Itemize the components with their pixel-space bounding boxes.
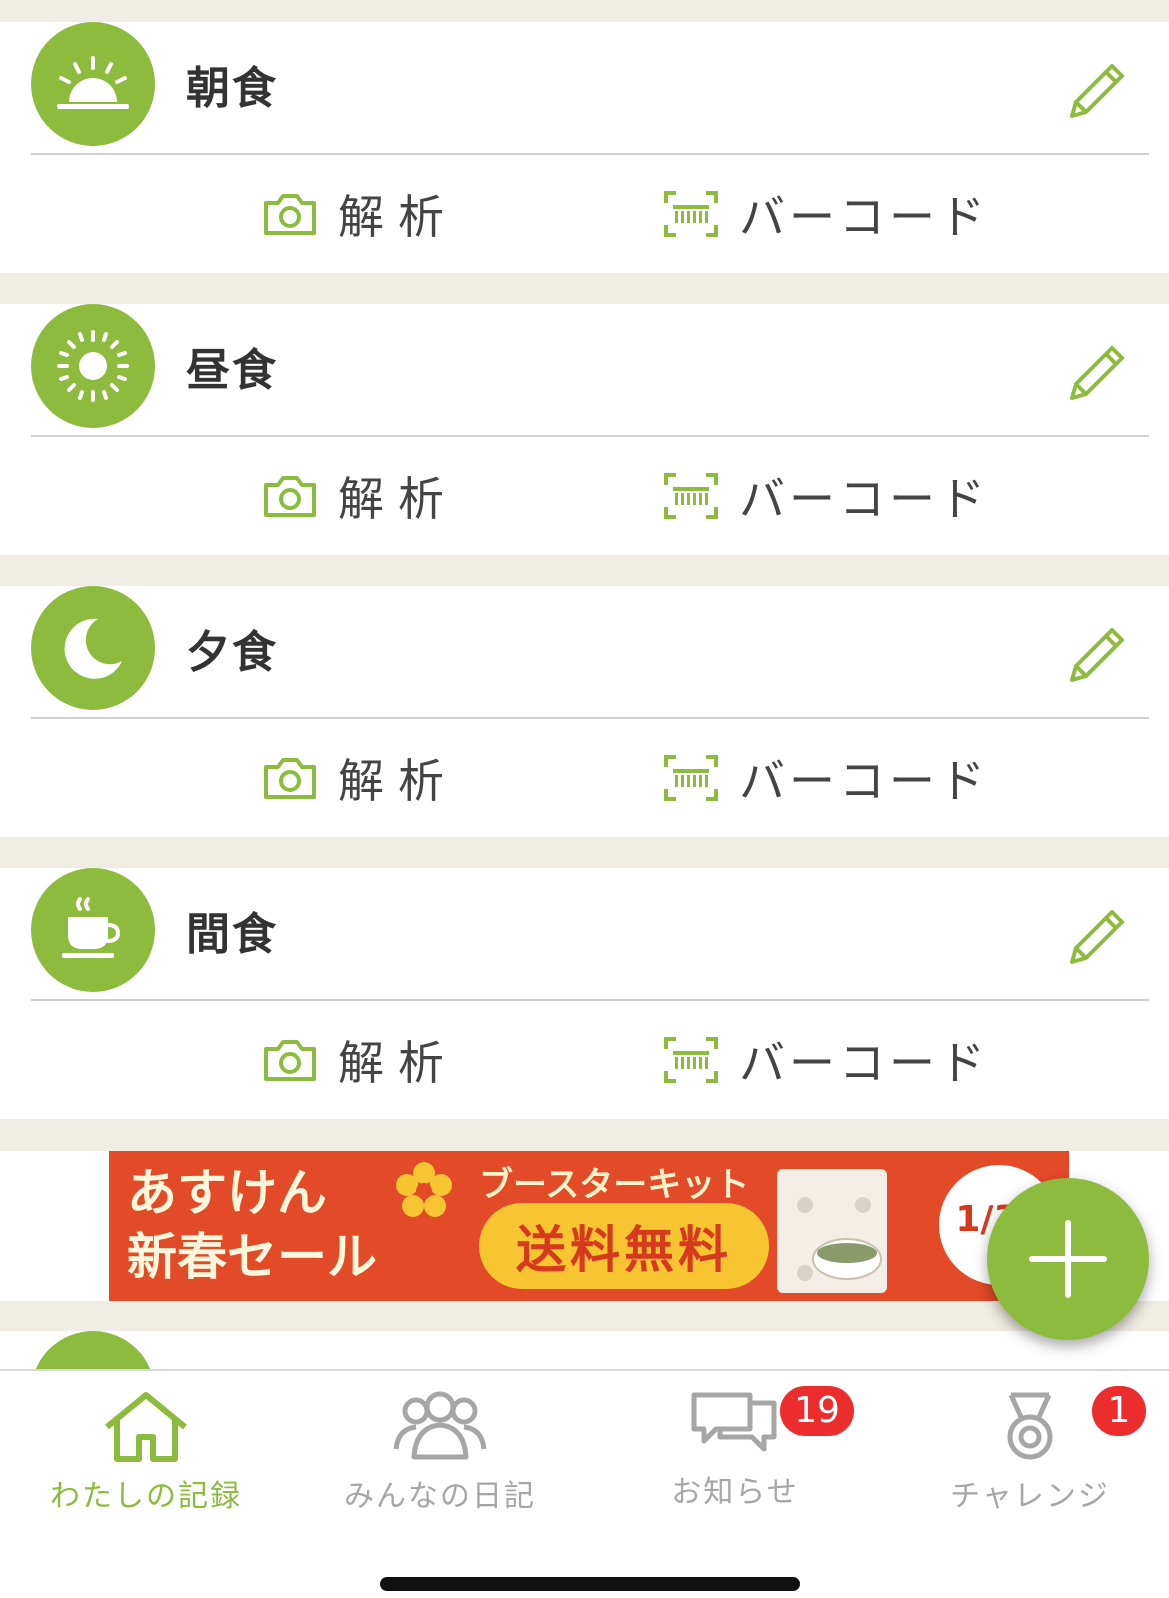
barcode-button[interactable]: バーコード bbox=[663, 463, 989, 529]
home-indicator bbox=[380, 1577, 800, 1591]
analyze-label: 解析 bbox=[338, 472, 458, 526]
notification-badge: 19 bbox=[780, 1386, 854, 1436]
ad-free-shipping: 送料無料 bbox=[479, 1203, 769, 1289]
meal-title: 夕食 bbox=[186, 627, 278, 678]
sunrise-icon bbox=[31, 22, 155, 146]
ad-banner[interactable]: あすけん 新春セール ブースターキット 送料無料 1/3ま i bbox=[109, 1151, 1069, 1301]
meal-card-breakfast: 朝食 解析 バーコード bbox=[0, 22, 1169, 273]
barcode-label: バーコード bbox=[739, 1036, 989, 1090]
barcode-label: バーコード bbox=[739, 190, 989, 244]
meal-title: 朝食 bbox=[186, 63, 278, 114]
challenge-badge: 1 bbox=[1092, 1386, 1146, 1436]
tab-label: みんなの日記 bbox=[344, 1479, 536, 1514]
meal-actions: 解析 バーコード bbox=[0, 155, 1169, 273]
plus-icon bbox=[1029, 1220, 1107, 1298]
barcode-label: バーコード bbox=[739, 472, 989, 526]
bottom-tab-bar: わたしの記録 みんなの日記 お知らせ 19 チャレンジ 1 bbox=[0, 1369, 1169, 1598]
moon-icon bbox=[31, 586, 155, 710]
meal-title: 昼食 bbox=[186, 345, 278, 396]
pencil-icon[interactable] bbox=[1060, 58, 1130, 128]
ad-subheadline: ブースターキット bbox=[479, 1165, 750, 1205]
pencil-icon[interactable] bbox=[1060, 340, 1130, 410]
meal-title: 間食 bbox=[186, 909, 278, 960]
analyze-button[interactable]: 解析 bbox=[262, 745, 458, 811]
meal-card-dinner: 夕食 解析 バーコード bbox=[0, 586, 1169, 837]
barcode-label: バーコード bbox=[739, 754, 989, 808]
meal-actions: 解析 バーコード bbox=[0, 1001, 1169, 1119]
sun-icon bbox=[31, 304, 155, 428]
pencil-icon[interactable] bbox=[1060, 904, 1130, 974]
ad-headline: あすけん 新春セール bbox=[127, 1161, 377, 1289]
meal-icon bbox=[31, 1331, 155, 1371]
camera-icon bbox=[264, 1040, 316, 1081]
camera-icon bbox=[264, 476, 316, 517]
analyze-button[interactable]: 解析 bbox=[262, 181, 458, 247]
tab-everyone-diary[interactable]: みんなの日記 bbox=[340, 1391, 540, 1515]
tab-label: わたしの記録 bbox=[50, 1479, 242, 1514]
medal-icon bbox=[1007, 1392, 1053, 1460]
meal-actions: 解析 バーコード bbox=[0, 719, 1169, 837]
meal-actions: 解析 バーコード bbox=[0, 437, 1169, 555]
ad-headline-line2: 新春セール bbox=[127, 1228, 377, 1286]
barcode-button[interactable]: バーコード bbox=[663, 1027, 989, 1093]
analyze-button[interactable]: 解析 bbox=[262, 1027, 458, 1093]
barcode-button[interactable]: バーコード bbox=[663, 745, 989, 811]
tab-my-records[interactable]: わたしの記録 bbox=[46, 1391, 246, 1515]
camera-icon bbox=[264, 758, 316, 799]
barcode-icon bbox=[664, 473, 718, 519]
meal-card-snack: 間食 解析 バーコード bbox=[0, 868, 1169, 1119]
meal-card-partial bbox=[0, 1331, 1169, 1371]
meal-card-lunch: 昼食 解析 バーコード bbox=[0, 304, 1169, 555]
home-icon bbox=[105, 1392, 187, 1462]
coffee-cup-icon bbox=[31, 868, 155, 992]
barcode-icon bbox=[664, 191, 718, 237]
tab-label: お知らせ bbox=[671, 1475, 799, 1510]
ad-headline-line1: あすけん bbox=[127, 1164, 327, 1222]
add-record-button[interactable] bbox=[987, 1178, 1149, 1340]
analyze-label: 解析 bbox=[338, 190, 458, 244]
analyze-label: 解析 bbox=[338, 754, 458, 808]
chat-bubbles-icon bbox=[691, 1392, 777, 1452]
plum-blossom-icon bbox=[396, 1162, 452, 1217]
pencil-icon[interactable] bbox=[1060, 622, 1130, 692]
barcode-button[interactable]: バーコード bbox=[663, 181, 989, 247]
tab-label: チャレンジ bbox=[950, 1479, 1110, 1514]
camera-icon bbox=[264, 194, 316, 235]
barcode-icon bbox=[664, 755, 718, 801]
analyze-label: 解析 bbox=[338, 1036, 458, 1090]
product-box-image bbox=[777, 1169, 887, 1293]
barcode-icon bbox=[664, 1037, 718, 1083]
analyze-button[interactable]: 解析 bbox=[262, 463, 458, 529]
people-icon bbox=[393, 1391, 487, 1460]
